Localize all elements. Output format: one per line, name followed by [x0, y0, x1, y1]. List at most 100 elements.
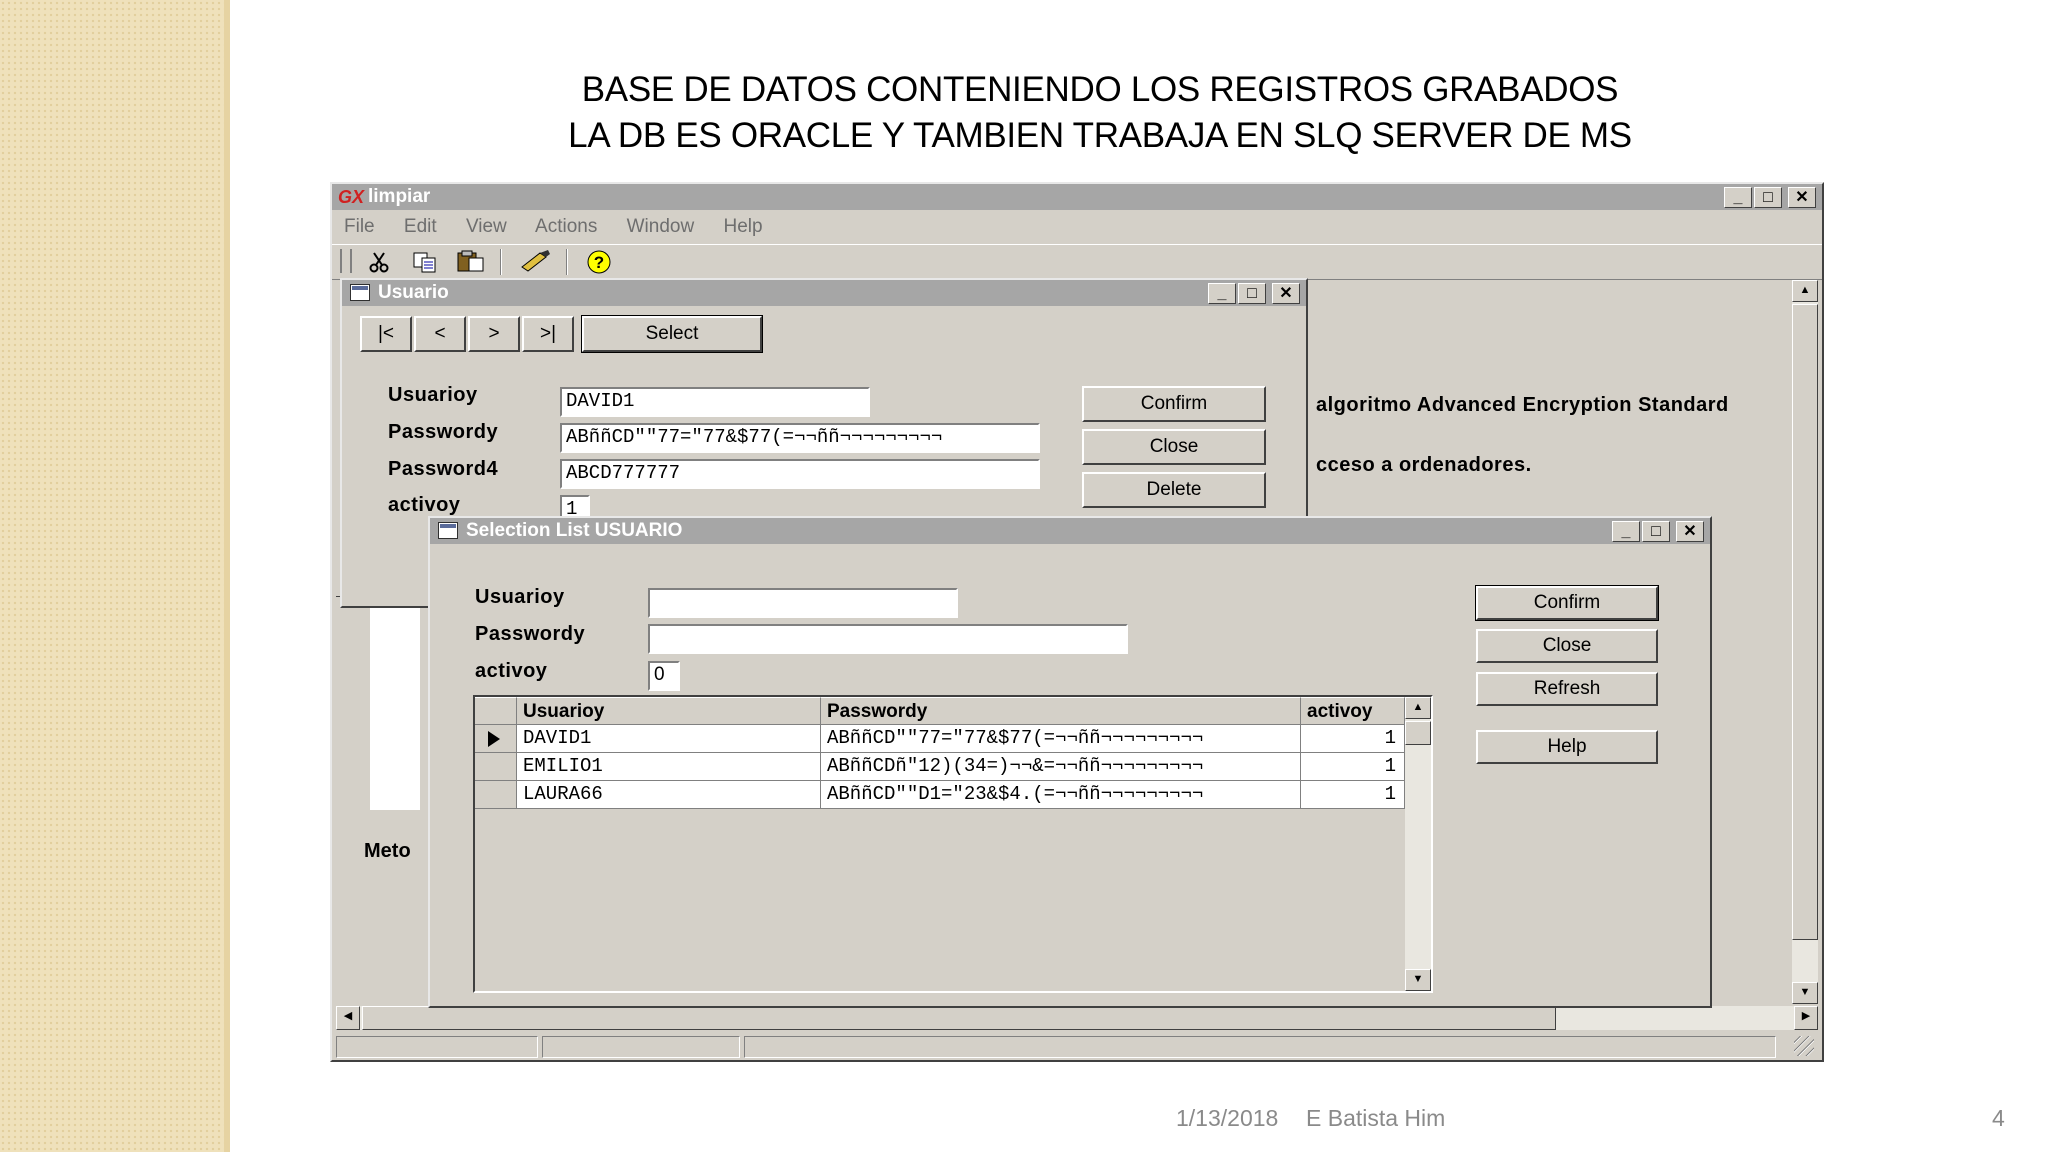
help-icon[interactable]: ? — [586, 249, 612, 275]
toolbar: ? — [332, 244, 1822, 280]
grid-vertical-scrollbar[interactable]: ▲ ▼ — [1405, 697, 1431, 991]
background-text-1: algoritmo Advanced Encryption Standard — [1316, 394, 1729, 416]
close-window-button[interactable]: ✕ — [1788, 187, 1816, 208]
scroll-thumb[interactable] — [1792, 304, 1818, 940]
paste-icon[interactable] — [456, 249, 486, 273]
column-header-activo[interactable]: activoy — [1301, 697, 1405, 725]
toolbar-separator — [500, 249, 502, 275]
menu-window[interactable]: Window — [627, 216, 695, 237]
status-bar — [336, 1034, 1818, 1058]
scroll-left-arrow[interactable]: ◀ — [336, 1006, 360, 1030]
filter-password-field[interactable] — [648, 624, 1128, 654]
h-scroll-thumb[interactable] — [362, 1006, 1556, 1030]
minimize-button[interactable]: _ — [1208, 283, 1236, 304]
resize-grip-icon[interactable] — [1794, 1036, 1814, 1056]
scroll-up-arrow[interactable]: ▲ — [1792, 280, 1818, 302]
brush-icon[interactable] — [518, 249, 552, 273]
grid-scroll-up-arrow[interactable]: ▲ — [1405, 697, 1431, 719]
cell-activo[interactable]: 1 — [1301, 753, 1405, 781]
svg-text:?: ? — [594, 253, 604, 272]
table-row[interactable]: EMILIO1 ABññCDñ"12)(34=)¬¬&=¬¬ññ¬¬¬¬¬¬¬¬… — [475, 753, 1405, 781]
first-record-button[interactable]: |< — [360, 316, 412, 352]
refresh-button[interactable]: Refresh — [1476, 672, 1658, 706]
filter-password-label: Passwordy — [475, 623, 586, 645]
close-window-button[interactable]: ✕ — [1272, 283, 1300, 304]
usuario-label: Usuarioy — [388, 384, 478, 406]
app-titlebar: GX limpiar _ □ ✕ — [332, 184, 1822, 210]
maximize-button[interactable]: □ — [1238, 283, 1266, 304]
current-row-arrow-icon — [488, 731, 500, 747]
close-button[interactable]: Close — [1082, 429, 1266, 465]
window-icon — [350, 284, 370, 301]
app-title: limpiar — [368, 186, 431, 207]
page-number: 4 — [1992, 1105, 2005, 1131]
toolbar-grip — [340, 249, 352, 273]
menu-actions[interactable]: Actions — [535, 216, 597, 237]
grid-header-row: Usuarioy Passwordy activoy — [475, 697, 1405, 725]
password-field[interactable]: ABññCD""77="77&$77(=¬¬ññ¬¬¬¬¬¬¬¬¬ — [560, 423, 1040, 453]
maximize-button[interactable]: □ — [1642, 521, 1670, 542]
cell-password[interactable]: ABññCD""77="77&$77(=¬¬ññ¬¬¬¬¬¬¬¬¬ — [821, 725, 1301, 753]
filter-activo-label: activoy — [475, 660, 548, 682]
scroll-right-arrow[interactable]: ▶ — [1794, 1006, 1818, 1030]
vertical-scrollbar[interactable]: ▲ ▼ — [1792, 280, 1818, 1004]
confirm-button[interactable]: Confirm — [1475, 585, 1659, 621]
selection-titlebar: Selection List USUARIO _ □ ✕ — [430, 518, 1710, 544]
slide-title-line1: BASE DE DATOS CONTENIENDO LOS REGISTROS … — [581, 70, 1619, 109]
window-icon — [438, 522, 458, 539]
column-header-usuario[interactable]: Usuarioy — [517, 697, 821, 725]
grid-corner — [475, 697, 517, 725]
select-button[interactable]: Select — [581, 315, 763, 353]
filter-usuario-field[interactable] — [648, 588, 958, 618]
prev-record-button[interactable]: < — [414, 316, 466, 352]
grid-scroll-thumb[interactable] — [1405, 721, 1431, 745]
usuario-field[interactable]: DAVID1 — [560, 387, 870, 417]
cell-usuario[interactable]: DAVID1 — [517, 725, 821, 753]
row-header[interactable] — [475, 753, 517, 781]
copy-icon[interactable] — [412, 251, 438, 273]
last-record-button[interactable]: >| — [522, 316, 574, 352]
usuario-titlebar: Usuario _ □ ✕ — [342, 280, 1306, 306]
cut-icon[interactable] — [368, 251, 390, 273]
scroll-down-arrow[interactable]: ▼ — [1792, 982, 1818, 1004]
background-white-panel — [370, 598, 420, 810]
cell-activo[interactable]: 1 — [1301, 725, 1405, 753]
help-button[interactable]: Help — [1476, 730, 1658, 764]
status-pane — [744, 1036, 1776, 1058]
status-pane — [336, 1036, 538, 1058]
slide-title-line2: LA DB ES ORACLE Y TAMBIEN TRABAJA EN SLQ… — [568, 116, 1632, 155]
close-window-button[interactable]: ✕ — [1676, 521, 1704, 542]
menu-file[interactable]: File — [344, 216, 375, 237]
usuario-title: Usuario — [378, 282, 449, 303]
table-row[interactable]: LAURA66 ABññCD""D1="23&$4.(=¬¬ññ¬¬¬¬¬¬¬¬… — [475, 781, 1405, 809]
horizontal-scrollbar[interactable]: ◀ ▶ — [336, 1006, 1818, 1030]
next-record-button[interactable]: > — [468, 316, 520, 352]
minimize-button[interactable]: _ — [1724, 187, 1752, 208]
status-pane — [542, 1036, 740, 1058]
row-header[interactable] — [475, 781, 517, 809]
column-header-password[interactable]: Passwordy — [821, 697, 1301, 725]
menu-bar: File Edit View Actions Window Help — [344, 214, 787, 240]
menu-help[interactable]: Help — [723, 216, 762, 237]
footer-author: E Batista Him — [1306, 1105, 1446, 1131]
activo-label: activoy — [388, 494, 461, 516]
confirm-button[interactable]: Confirm — [1082, 386, 1266, 422]
filter-activo-field[interactable]: 0 — [648, 661, 680, 691]
cell-usuario[interactable]: EMILIO1 — [517, 753, 821, 781]
row-header[interactable] — [475, 725, 517, 753]
cell-activo[interactable]: 1 — [1301, 781, 1405, 809]
close-button[interactable]: Close — [1476, 629, 1658, 663]
menu-edit[interactable]: Edit — [404, 216, 437, 237]
minimize-button[interactable]: _ — [1612, 521, 1640, 542]
footer-date: 1/13/2018 — [1176, 1105, 1279, 1131]
left-partial-label: Meto — [364, 840, 411, 862]
table-row[interactable]: DAVID1 ABññCD""77="77&$77(=¬¬ññ¬¬¬¬¬¬¬¬¬… — [475, 725, 1405, 753]
delete-button[interactable]: Delete — [1082, 472, 1266, 508]
password4-field[interactable]: ABCD777777 — [560, 459, 1040, 489]
grid-scroll-down-arrow[interactable]: ▼ — [1405, 969, 1431, 991]
cell-usuario[interactable]: LAURA66 — [517, 781, 821, 809]
cell-password[interactable]: ABññCD""D1="23&$4.(=¬¬ññ¬¬¬¬¬¬¬¬¬ — [821, 781, 1301, 809]
cell-password[interactable]: ABññCDñ"12)(34=)¬¬&=¬¬ññ¬¬¬¬¬¬¬¬¬ — [821, 753, 1301, 781]
menu-view[interactable]: View — [466, 216, 507, 237]
maximize-button[interactable]: □ — [1754, 187, 1782, 208]
